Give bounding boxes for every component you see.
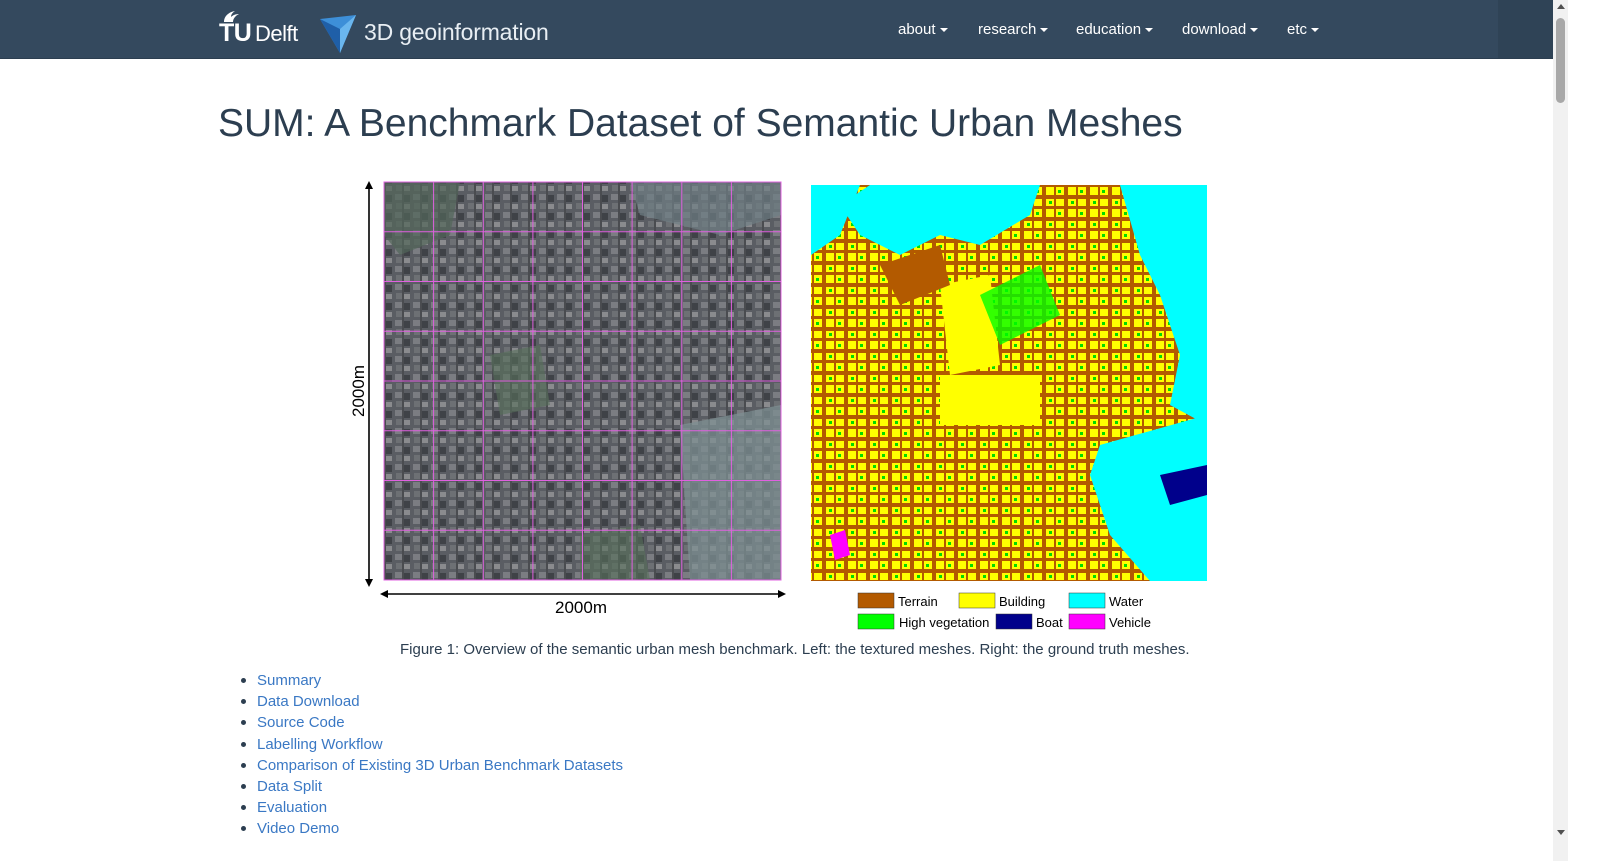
nav-research[interactable]: research xyxy=(978,19,1049,41)
scroll-down-arrow-icon[interactable] xyxy=(1557,830,1565,835)
caret-down-icon xyxy=(1145,28,1154,33)
legend-label-water: Water xyxy=(1109,594,1144,609)
geoinformation-logo-text: 3D geoinformation xyxy=(364,19,549,45)
legend-swatch-vehicle xyxy=(1068,613,1106,630)
toc-link-labelling-workflow[interactable]: Labelling Workflow xyxy=(257,734,383,755)
nav-education[interactable]: education xyxy=(1076,19,1154,41)
legend-label-boat: Boat xyxy=(1036,615,1063,630)
caret-down-icon xyxy=(939,28,948,33)
nav-research-label: research xyxy=(978,21,1037,38)
toc-link-source-code[interactable]: Source Code xyxy=(257,712,345,733)
page-scrollbar[interactable] xyxy=(1553,0,1568,861)
nav-etc-label: etc xyxy=(1287,21,1308,38)
scroll-up-arrow-icon[interactable] xyxy=(1557,4,1565,9)
geoinformation-logo-icon xyxy=(320,15,356,53)
nav-download-label: download xyxy=(1182,21,1247,38)
benchmark-overview-figure: 2000m 2000m Terrain Building Water High … xyxy=(340,175,1220,635)
legend-swatch-terrain xyxy=(857,592,895,609)
legend-label-building: Building xyxy=(999,594,1045,609)
horizontal-dimension-label: 2000m xyxy=(555,598,607,617)
legend-swatch-high-vegetation xyxy=(857,613,895,630)
legend: Terrain Building Water High vegetation B… xyxy=(857,592,1151,630)
caret-down-icon xyxy=(1040,28,1049,33)
legend-swatch-water xyxy=(1068,592,1106,609)
toc-link-data-download[interactable]: Data Download xyxy=(257,691,360,712)
nav-about[interactable]: about xyxy=(898,19,948,41)
nav-about-label: about xyxy=(898,21,936,38)
nav-download[interactable]: download xyxy=(1182,19,1259,41)
horizontal-dimension-arrow xyxy=(380,590,786,598)
figure-svg: 2000m 2000m Terrain Building Water High … xyxy=(349,181,1207,630)
caret-down-icon xyxy=(1250,28,1259,33)
legend-swatch-building xyxy=(958,592,996,609)
toc-link-summary[interactable]: Summary xyxy=(257,670,321,691)
figure-caption: Figure 1: Overview of the semantic urban… xyxy=(400,641,1190,658)
nav-etc[interactable]: etc xyxy=(1287,19,1320,41)
vertical-dimension-label: 2000m xyxy=(349,365,368,417)
navbar-right-band xyxy=(1498,0,1553,58)
legend-label-vehicle: Vehicle xyxy=(1109,615,1151,630)
caret-down-icon xyxy=(1311,28,1320,33)
page-title: SUM: A Benchmark Dataset of Semantic Urb… xyxy=(218,102,1183,145)
toc-link-video-demo[interactable]: Video Demo xyxy=(257,818,339,839)
top-navbar: TU Delft 3D geoinformation about researc… xyxy=(0,0,1553,59)
ground-truth-mesh-image xyxy=(811,185,1207,581)
tudelft-logo-delft: Delft xyxy=(255,21,298,46)
legend-label-terrain: Terrain xyxy=(898,594,938,609)
legend-label-high-vegetation: High vegetation xyxy=(899,615,989,630)
toc-link-evaluation[interactable]: Evaluation xyxy=(257,797,327,818)
tudelft-logo-tu: TU xyxy=(219,19,252,47)
toc-link-data-split[interactable]: Data Split xyxy=(257,776,322,797)
scrollbar-thumb[interactable] xyxy=(1556,18,1565,103)
legend-swatch-boat xyxy=(995,613,1033,630)
nav-education-label: education xyxy=(1076,21,1142,38)
toc-link-comparison[interactable]: Comparison of Existing 3D Urban Benchmar… xyxy=(257,755,623,776)
